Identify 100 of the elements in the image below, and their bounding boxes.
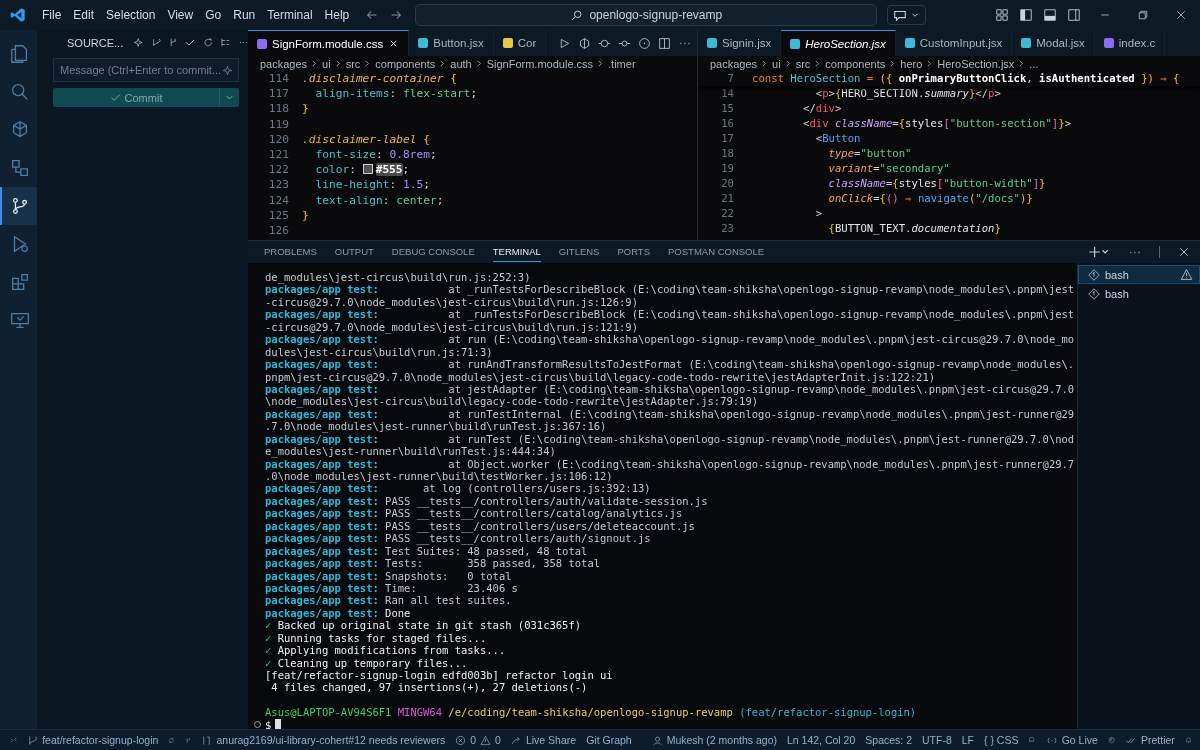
breadcrumb[interactable]: components [825,57,886,70]
warning-count: 0 [495,734,501,746]
cursor-position[interactable]: Ln 142, Col 20 [787,734,856,746]
file-type-icon [1021,38,1032,48]
breadcrumb[interactable]: hero [900,57,923,70]
panel-tab[interactable]: TERMINAL [492,242,541,262]
play-icon[interactable] [558,36,571,50]
editor-tab[interactable]: Modal.jsx [1012,30,1095,56]
menu-item[interactable]: Help [318,6,356,24]
menu-item[interactable]: Selection [100,6,162,24]
editor-tab[interactable]: Cor [493,30,547,56]
panel-toggle-icon[interactable] [1043,8,1057,22]
editor-tab[interactable]: HeroSection.jsx [781,30,896,56]
terminal-line: .7.0\node_modules\jest-runner\build\runTest.js:367:16) [265,420,607,433]
menu-item[interactable]: Terminal [261,6,319,24]
restore-icon[interactable] [1137,9,1149,21]
secondary-sidebar-icon[interactable] [1067,8,1081,22]
commit-button[interactable]: Commit [53,88,219,107]
terminal-list-item[interactable]: bash [1078,284,1200,303]
line-ending-status[interactable]: LF [961,734,974,746]
menu-item[interactable]: View [161,6,200,24]
terminal-line: ✓ Applying modifications from tasks... [265,644,507,657]
code-line: color: #555; [314,162,410,178]
sparkle-icon[interactable] [222,64,233,76]
indentation-status[interactable]: Spaces: 2 [865,734,912,746]
terminal-line: packages/app test: at log (controllers/users.js:392:13) [265,482,652,495]
menu-item[interactable]: Run [227,6,262,24]
panel-tab[interactable]: POSTMAN CONSOLE [668,242,765,262]
editor-tab[interactable]: Button.jsx [409,30,494,56]
breadcrumb[interactable]: auth [450,57,472,70]
terminal-line: packages/app test: at Object.worker (E:\coding\team-shiksha\openlogo-signup-revamp\node_modules\.pnpm\jest-runner@29.7 [265,457,1076,470]
terminal-line: packages/app test: at runAndTransformResultsToJestFormat (E:\coding\team-shiksha\openlogo-signup-revamp\node_modules\. [265,358,1076,371]
bell-icon[interactable] [1184,734,1192,746]
line-number: 7 [726,71,735,86]
breadcrumb[interactable]: packages [710,57,758,70]
breadcrumb[interactable]: SignForm.module.css [486,57,594,70]
editor-tab[interactable]: CustomInput.jsx [895,30,1013,56]
tree-icon[interactable] [220,36,231,49]
layout-icon[interactable] [995,8,1009,22]
code-line: <div className={styles["button-section"]}> [802,116,1071,131]
forward-arrow-icon[interactable] [389,8,404,22]
blame-status[interactable]: Mukesh (2 months ago) [651,734,777,746]
breadcrumb[interactable]: packages [260,57,308,70]
chat-menu-button[interactable] [887,5,927,25]
encoding-status[interactable]: UTF-8 [922,734,952,746]
language-status[interactable]: { } CSS [984,734,1019,746]
go-live-status[interactable]: Go Live [1045,734,1098,746]
menu-item[interactable]: Edit [67,6,101,24]
panel-tab[interactable]: PORTS [617,242,650,262]
sidebar-toggle-icon[interactable] [1019,8,1033,22]
close-icon[interactable] [1178,246,1190,258]
prettier-status[interactable]: Prettier [1125,734,1175,746]
editor-tab[interactable]: index.c [1094,30,1166,56]
commit-message-field[interactable]: Message (Ctrl+Enter to commit... [53,58,239,82]
terminal-line: packages/app test: at run (E:\coding\team-shiksha\openlogo-signup-revamp\node_modules\.pnpm\jest-circus@29.7.0\node_mo [265,333,1076,346]
code-line: } [302,101,309,117]
git-graph-status[interactable]: Git Graph [586,734,632,746]
breadcrumb[interactable]: src [795,57,811,70]
breadcrumb[interactable]: ui [772,57,781,70]
app-logo-icon [10,7,26,23]
new-terminal-icon[interactable] [1088,245,1110,259]
person-icon [651,734,663,746]
line-number: 118 [267,101,290,117]
chevron-right-icon [889,60,897,67]
breadcrumb[interactable]: ui [322,57,331,70]
terminal-line: -circus@29.7.0\node_modules\jest-circus\build\run.js:126:9) [265,295,638,309]
panel-tab[interactable]: OUTPUT [334,242,374,262]
breadcrumb[interactable]: .timer [608,57,636,70]
menu-item[interactable]: Go [199,6,228,24]
text-cursor [275,719,282,729]
sparkle-icon[interactable] [133,36,144,49]
breadcrumb[interactable]: ... [1029,57,1039,70]
terminal-line: e_modules\jest-runner\build\runTest.js:444:34) [265,445,556,458]
line-number: 126 [267,222,290,239]
branch-status[interactable]: feat/refactor-signup-login [27,734,159,746]
terminal-line: packages/app test: PASS __tests__/controllers/auth/validate-session.js [265,494,709,508]
chevron-right-icon [334,60,342,67]
panel-tab[interactable]: PROBLEMS [264,242,317,262]
share-arrow-icon [510,734,522,746]
code-line: const HeroSection = ({ onPrimaryButtonClick, isAuthenticated }) ⇒ { [752,71,1180,86]
breadcrumb[interactable]: HeroSection.jsx [937,57,1015,70]
file-type-icon [1103,38,1114,48]
live-share-status[interactable]: Live Share [510,734,577,746]
breadcrumb[interactable]: components [375,57,436,70]
menu-item[interactable]: File [36,6,68,24]
split-editor-icon[interactable] [658,36,671,50]
refresh-icon[interactable] [202,36,214,49]
pull-request-status[interactable]: anurag2169/ui-library-cohert#12 needs reviewers [201,734,446,746]
breadcrumb[interactable]: src [345,57,361,70]
line-number: 15 [720,101,735,116]
editor-tab[interactable]: SignForm.module.css [248,30,410,56]
warning-icon [480,734,492,746]
problems-status[interactable]: 0 0 [455,734,501,746]
workspace-name: openlogo-signup-revamp [589,8,723,22]
code-line: type="button" [827,146,912,161]
panel-tab[interactable]: GITLENS [558,242,600,262]
command-center[interactable]: openlogo-signup-revamp [415,4,878,26]
terminal-list-item[interactable]: bash [1078,265,1200,284]
panel-tab[interactable]: DEBUG CONSOLE [391,242,475,262]
close-icon[interactable] [1175,9,1187,21]
